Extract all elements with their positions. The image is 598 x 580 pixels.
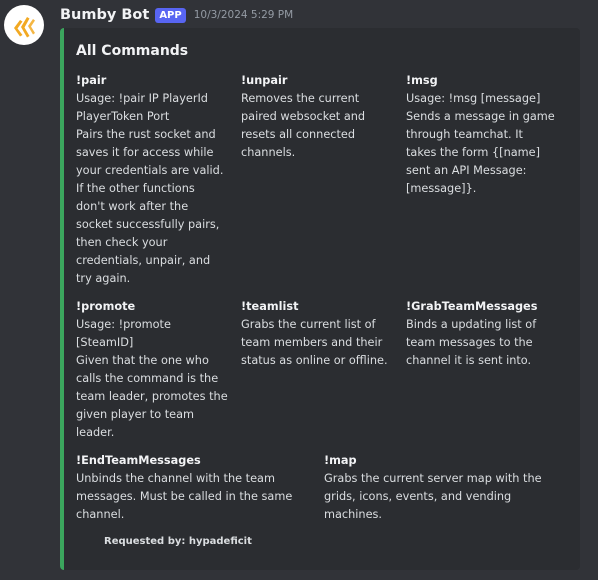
field-value-line: through teamchat. It <box>406 128 523 141</box>
field-teamlist: !teamlist Grabs the current list of team… <box>241 298 401 370</box>
username[interactable]: Bumby Bot <box>60 7 149 23</box>
field-promote: !promote Usage: !promote [SteamID] Given… <box>76 298 236 442</box>
orange-chevrons-logo-icon <box>14 17 35 38</box>
embed-footer: Requested by: hypadeficit <box>104 536 252 547</box>
field-value-line: Grabs the current list of <box>241 318 376 331</box>
field-value-line: don't work after the <box>76 200 189 213</box>
field-value-line: leader. <box>76 426 115 439</box>
field-value-line: team leader, promotes the <box>76 390 228 403</box>
field-value-line: calls the command is the <box>76 372 219 385</box>
field-name: !map <box>324 454 357 467</box>
field-value-line: sent an API Message: <box>406 164 527 177</box>
field-value-line: channel it is sent into. <box>406 354 532 367</box>
field-value-line: try again. <box>76 272 131 285</box>
field-value-line: takes the form {[name] <box>406 146 541 159</box>
field-value-line: saves it for access while <box>76 146 214 159</box>
field-value-line: channel. <box>76 508 125 521</box>
app-badge: APP <box>155 7 186 23</box>
field-value-line: given player to team <box>76 408 195 421</box>
embed-title: All Commands <box>76 43 189 59</box>
field-value-line: Usage: !msg [message] <box>406 92 541 105</box>
field-value-line: your credentials are valid. <box>76 164 224 177</box>
field-pair: !pair Usage: !pair IP PlayerId PlayerTok… <box>76 72 236 288</box>
field-value-line: Removes the current <box>241 92 360 105</box>
field-value-line: channels. <box>241 146 296 159</box>
field-grabteammessages: !GrabTeamMessages Binds a updating list … <box>406 298 571 370</box>
message-header: Bumby Bot APP 10/3/2024 5:29 PM <box>60 5 293 25</box>
field-value-line: [SteamID] <box>76 336 134 349</box>
field-value-line: team messages to the <box>406 336 533 349</box>
field-value-line: Grabs the current server map with the <box>324 472 542 485</box>
field-name: !teamlist <box>241 300 299 313</box>
field-name: !msg <box>406 74 438 87</box>
field-value-line: PlayerToken Port <box>76 110 170 123</box>
field-value-line: Usage: !promote <box>76 318 171 331</box>
field-value-line: machines. <box>324 508 383 521</box>
field-value-line: [message]}. <box>406 182 477 195</box>
field-value-line: Usage: !pair IP PlayerId <box>76 92 208 105</box>
field-value-line: grids, icons, events, and vending <box>324 490 512 503</box>
message-timestamp: 10/3/2024 5:29 PM <box>193 9 294 21</box>
field-value-line: Binds a updating list of <box>406 318 537 331</box>
field-name: !promote <box>76 300 136 313</box>
field-value-line: socket successfully pairs, <box>76 218 220 231</box>
field-value-line: Given that the one who <box>76 354 209 367</box>
field-value-line: then check your <box>76 236 168 249</box>
field-name: !EndTeamMessages <box>76 454 201 467</box>
field-name: !pair <box>76 74 107 87</box>
field-value-line: paired websocket and <box>241 110 366 123</box>
field-value-line: Sends a message in game <box>406 110 555 123</box>
field-value-line: messages. Must be called in the same <box>76 490 293 503</box>
field-value-line: status as online or offline. <box>241 354 388 367</box>
bot-message: Bumby Bot APP 10/3/2024 5:29 PM All Comm… <box>0 0 598 580</box>
bot-avatar[interactable] <box>4 5 44 45</box>
field-unpair: !unpair Removes the current paired webso… <box>241 72 401 162</box>
field-value-line: Unbinds the channel with the team <box>76 472 275 485</box>
field-value-line: If the other functions <box>76 182 195 195</box>
field-name: !unpair <box>241 74 288 87</box>
field-map: !map Grabs the current server map with t… <box>324 452 574 524</box>
field-msg: !msg Usage: !msg [message] Sends a messa… <box>406 72 571 198</box>
commands-embed: All Commands !pair Usage: !pair IP Playe… <box>60 28 580 570</box>
field-endteammessages: !EndTeamMessages Unbinds the channel wit… <box>76 452 316 524</box>
field-value-line: credentials, unpair, and <box>76 254 211 267</box>
field-value-line: Pairs the rust socket and <box>76 128 216 141</box>
field-value-line: team members and their <box>241 336 383 349</box>
field-name: !GrabTeamMessages <box>406 300 538 313</box>
field-value-line: resets all connected <box>241 128 356 141</box>
